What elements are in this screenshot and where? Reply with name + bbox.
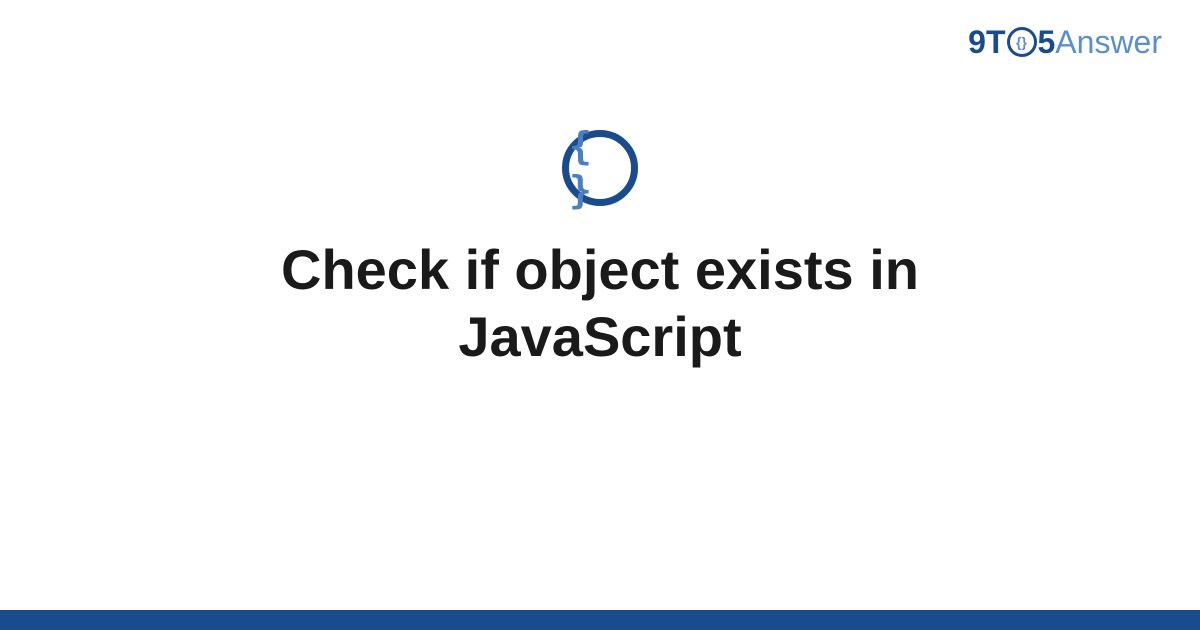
main-content: { } Check if object exists in JavaScript	[0, 130, 1200, 370]
logo-text-answer: Answer	[1055, 24, 1162, 61]
footer-bar	[0, 610, 1200, 630]
logo-text-5: 5	[1038, 24, 1056, 61]
braces-icon: {}	[1016, 35, 1027, 49]
logo-circle-icon: {}	[1007, 27, 1037, 57]
code-braces-icon: { }	[569, 124, 631, 212]
logo-text-9t: 9T	[968, 24, 1005, 61]
page-title: Check if object exists in JavaScript	[150, 236, 1050, 370]
topic-icon-circle: { }	[562, 130, 638, 206]
site-logo: 9T {} 5 Answer	[968, 24, 1162, 61]
